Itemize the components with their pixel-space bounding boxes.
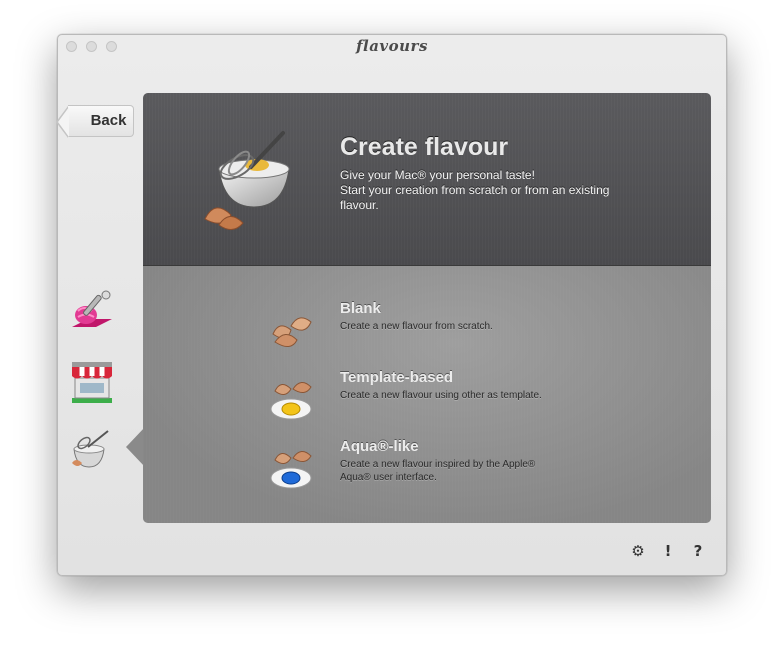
option-aqua-like-title: Aqua®-like [340,438,419,455]
option-aqua-like-desc: Create a new flavour inspired by the App… [340,459,536,483]
option-template-based-title: Template-based [340,369,454,386]
mixing-bowl-whisk-icon [204,131,290,230]
back-button-label: Back [90,112,127,129]
page-description: Give your Mac® your personal taste! Star… [340,168,610,213]
cracked-egg-icon [272,317,312,347]
paint-roller-icon [72,290,112,327]
storefront-icon [72,362,112,403]
option-template-based[interactable]: Template-based Create a new flavour usin… [263,369,563,421]
gear-icon: ⚙ [631,542,645,560]
sidebar-item-create-flavour[interactable] [68,427,116,475]
page-title: Create flavour [340,133,509,161]
window-title: flavours [356,37,428,55]
option-template-based-desc: Create a new flavour using other as temp… [340,390,542,401]
app-window: flavours Back Create flavour Give your M… [56,34,727,576]
mixing-bowl-icon [72,430,109,468]
option-aqua-like[interactable]: Aqua®-like Create a new flavour inspired… [263,438,563,490]
option-blank[interactable]: Blank Create a new flavour from scratch. [263,300,563,352]
help-button[interactable]: ? [689,542,707,560]
option-blank-desc: Create a new flavour from scratch. [340,321,493,332]
page-description-line-1: Give your Mac® your personal taste! [340,168,535,182]
sidebar-item-flavour-editor[interactable] [68,287,116,335]
settings-button[interactable]: ⚙ [629,542,647,560]
page-description-line-2: Start your creation from scratch or from… [340,183,610,212]
option-blank-title: Blank [340,300,381,317]
back-button[interactable]: Back [56,105,134,138]
options-section: Blank Create a new flavour from scratch.… [143,266,711,523]
hero-section: Create flavour Give your Mac® your perso… [143,93,711,266]
alert-button[interactable]: ! [659,542,677,560]
yellow-egg-icon [270,382,312,420]
sidebar-item-flavour-store[interactable] [68,358,116,406]
blue-egg-icon [270,451,312,489]
create-flavour-panel: Create flavour Give your Mac® your perso… [143,93,711,523]
title-bar: flavours [58,35,726,59]
